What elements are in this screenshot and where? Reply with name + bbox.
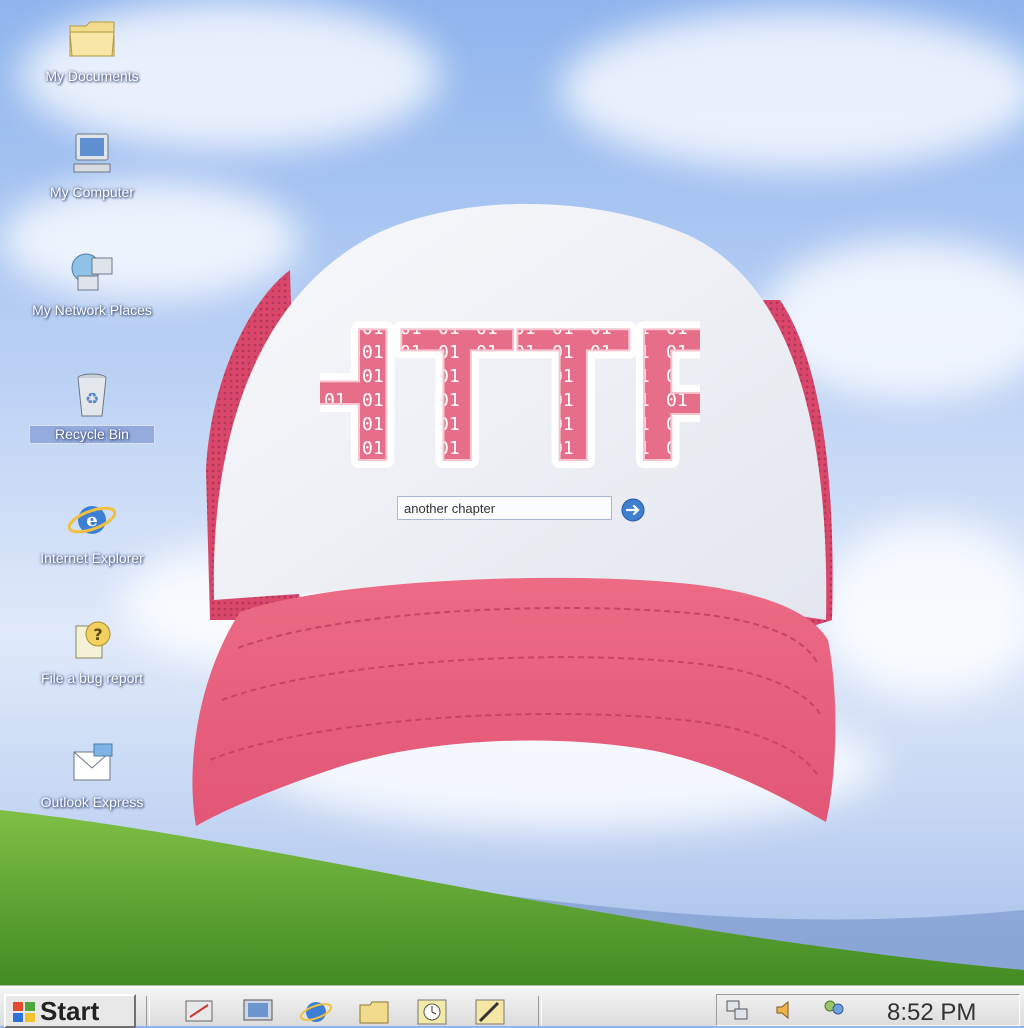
start-button[interactable]: Start — [4, 994, 136, 1028]
monitor-icon[interactable] — [240, 997, 276, 1027]
go-button[interactable] — [620, 498, 646, 522]
speaker-icon[interactable] — [773, 997, 799, 1023]
internet-explorer-icon[interactable] — [298, 997, 334, 1027]
clock-icon[interactable] — [414, 997, 450, 1027]
http-title-text: HTTP — [320, 292, 700, 482]
folder-icon[interactable] — [356, 997, 392, 1027]
taskbar-separator — [146, 996, 150, 1026]
arrow-right-icon — [621, 498, 645, 522]
taskbar-separator — [538, 996, 542, 1026]
messenger-icon[interactable] — [821, 997, 847, 1023]
taskbar-clock: 8:52 PM — [887, 999, 977, 1026]
cap-visor — [192, 577, 836, 826]
system-tray: 8:52 PM — [716, 994, 1020, 1026]
start-label: Start — [40, 996, 100, 1026]
network-icon[interactable] — [725, 997, 751, 1023]
taskbar: Start 8:52 PM — [0, 986, 1024, 1028]
http-title: 01 HTTP HTTP — [320, 292, 700, 482]
show-desktop-icon[interactable] — [182, 997, 218, 1027]
search-input[interactable] — [397, 496, 612, 520]
paint-icon[interactable] — [472, 997, 508, 1027]
windows-logo-icon — [13, 1002, 35, 1022]
